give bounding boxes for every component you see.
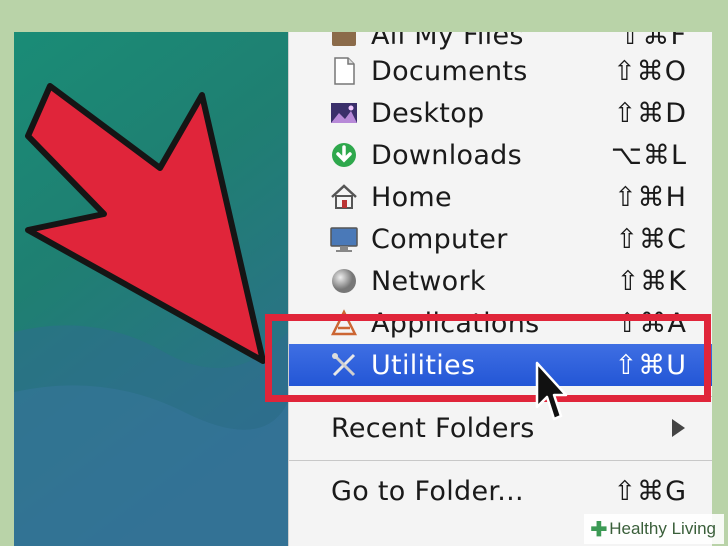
document-icon — [329, 56, 359, 86]
home-icon — [329, 182, 359, 212]
menu-item-computer[interactable]: Computer ⇧⌘C — [289, 218, 712, 260]
menu-item-downloads[interactable]: Downloads ⌥⌘L — [289, 134, 712, 176]
menu-item-go-to-folder[interactable]: Go to Folder... ⇧⌘G — [289, 470, 712, 512]
pointer-arrow-annotation — [25, 83, 266, 364]
go-menu: All My Files ⇧⌘F Documents ⇧⌘O Desktop ⇧… — [288, 32, 712, 546]
computer-icon — [329, 224, 359, 254]
mouse-cursor-icon — [535, 361, 568, 421]
menu-item-network[interactable]: Network ⇧⌘K — [289, 260, 712, 302]
health-cross-icon: ✚ — [590, 518, 608, 541]
menu-item-recent-folders[interactable]: Recent Folders — [289, 407, 712, 449]
menu-item-desktop[interactable]: Desktop ⇧⌘D — [289, 92, 712, 134]
menu-separator — [289, 460, 712, 461]
highlight-box-annotation — [265, 314, 711, 402]
watermark-text: Healthy Living — [609, 519, 716, 538]
desktop-icon — [329, 98, 359, 128]
downloads-icon — [329, 140, 359, 170]
menu-item-documents[interactable]: Documents ⇧⌘O — [289, 50, 712, 92]
all-files-icon — [329, 32, 359, 50]
watermark-logo: ✚ Healthy Living — [584, 514, 724, 544]
menu-item-home[interactable]: Home ⇧⌘H — [289, 176, 712, 218]
submenu-arrow-icon — [672, 419, 685, 437]
network-icon — [329, 266, 359, 296]
